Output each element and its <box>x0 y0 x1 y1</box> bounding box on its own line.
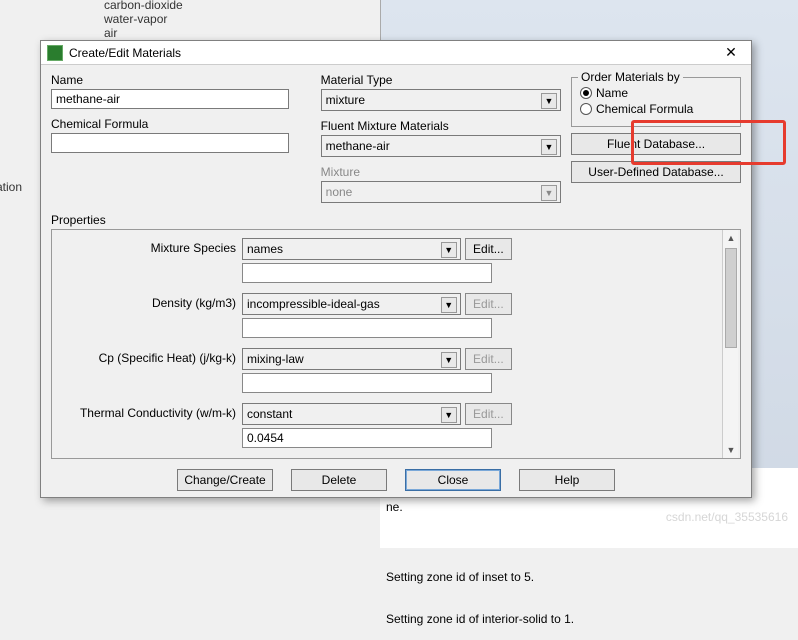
dialog-body: Name Chemical Formula Material Type mixt… <box>41 65 751 463</box>
properties-scrollbar[interactable]: ▲ ▼ <box>722 230 738 458</box>
prop-label: Mixture Species <box>62 238 242 255</box>
chevron-down-icon: ▼ <box>441 407 457 423</box>
prop-label: Thermal Conductivity (w/m-k) <box>62 403 242 420</box>
console-line: Setting zone id of interior-solid to 1. <box>386 612 792 626</box>
mixture-select: none ▼ <box>321 181 561 203</box>
chevron-down-icon: ▼ <box>441 297 457 313</box>
chevron-down-icon: ▼ <box>541 185 557 201</box>
user-defined-database-button[interactable]: User-Defined Database... <box>571 161 741 183</box>
mixture-value: none <box>326 185 353 199</box>
fluent-database-button[interactable]: Fluent Database... <box>571 133 741 155</box>
radio-icon <box>580 87 592 99</box>
dialog-footer: Change/Create Delete Close Help <box>41 463 751 497</box>
tree-item[interactable]: carbon-dioxide <box>80 0 260 12</box>
titlebar[interactable]: Create/Edit Materials ✕ <box>41 41 751 65</box>
order-by-name-radio[interactable]: Name <box>580 86 732 100</box>
prop-label: Cp (Specific Heat) (j/kg-k) <box>62 348 242 365</box>
cut-text: zation <box>0 180 22 194</box>
scroll-thumb[interactable] <box>725 248 737 348</box>
help-button[interactable]: Help <box>519 469 615 491</box>
properties-legend: Properties <box>51 213 741 227</box>
fluent-mixture-label: Fluent Mixture Materials <box>321 119 561 133</box>
change-create-button[interactable]: Change/Create <box>177 469 273 491</box>
order-materials-fieldset: Order Materials by Name Chemical Formula <box>571 77 741 127</box>
create-edit-materials-dialog: Create/Edit Materials ✕ Name Chemical Fo… <box>40 40 752 498</box>
properties-area: Properties Mixture Species names ▼ Edit.… <box>51 213 741 459</box>
properties-panel: Mixture Species names ▼ Edit... <box>51 229 741 459</box>
edit-button: Edit... <box>465 293 512 315</box>
name-label: Name <box>51 73 289 87</box>
edit-button: Edit... <box>465 403 512 425</box>
prop-label: Density (kg/m3) <box>62 293 242 310</box>
chemical-formula-label: Chemical Formula <box>51 117 289 131</box>
prop-row-density: Density (kg/m3) incompressible-ideal-gas… <box>62 293 712 338</box>
dialog-title: Create/Edit Materials <box>69 46 717 60</box>
material-type-select[interactable]: mixture ▼ <box>321 89 561 111</box>
density-value[interactable] <box>242 318 492 338</box>
edit-button: Edit... <box>465 348 512 370</box>
order-by-formula-label: Chemical Formula <box>596 102 693 116</box>
material-type-value: mixture <box>326 93 365 107</box>
order-by-formula-radio[interactable]: Chemical Formula <box>580 102 732 116</box>
mixture-species-select[interactable]: names ▼ <box>242 238 461 260</box>
mixture-label: Mixture <box>321 165 561 179</box>
material-type-label: Material Type <box>321 73 561 87</box>
cp-value[interactable] <box>242 373 492 393</box>
edit-button[interactable]: Edit... <box>465 238 512 260</box>
chemical-formula-input[interactable] <box>51 133 289 153</box>
prop-row-thermal-conductivity: Thermal Conductivity (w/m-k) constant ▼ … <box>62 403 712 448</box>
console-line: Setting zone id of inset to 5. <box>386 570 792 584</box>
order-by-name-label: Name <box>596 86 628 100</box>
chevron-down-icon: ▼ <box>541 93 557 109</box>
chevron-down-icon: ▼ <box>441 242 457 258</box>
mixture-species-value[interactable] <box>242 263 492 283</box>
chevron-down-icon: ▼ <box>441 352 457 368</box>
prop-row-mixture-species: Mixture Species names ▼ Edit... <box>62 238 712 283</box>
cp-select[interactable]: mixing-law ▼ <box>242 348 461 370</box>
thermal-conductivity-value[interactable]: 0.0454 <box>242 428 492 448</box>
tree-item[interactable]: water-vapor <box>80 12 260 26</box>
scroll-down-icon[interactable]: ▼ <box>723 442 739 458</box>
close-icon[interactable]: ✕ <box>717 44 745 61</box>
tree-item[interactable]: air <box>80 26 260 40</box>
fluent-mixture-value: methane-air <box>326 139 390 153</box>
watermark: csdn.net/qq_35535616 <box>666 510 788 524</box>
name-input[interactable] <box>51 89 289 109</box>
prop-row-cp: Cp (Specific Heat) (j/kg-k) mixing-law ▼… <box>62 348 712 393</box>
app-icon <box>47 45 63 61</box>
radio-icon <box>580 103 592 115</box>
order-materials-legend: Order Materials by <box>578 70 683 84</box>
chevron-down-icon: ▼ <box>541 139 557 155</box>
density-select[interactable]: incompressible-ideal-gas ▼ <box>242 293 461 315</box>
thermal-conductivity-select[interactable]: constant ▼ <box>242 403 461 425</box>
close-button[interactable]: Close <box>405 469 501 491</box>
delete-button[interactable]: Delete <box>291 469 387 491</box>
scroll-up-icon[interactable]: ▲ <box>723 230 739 246</box>
fluent-mixture-select[interactable]: methane-air ▼ <box>321 135 561 157</box>
